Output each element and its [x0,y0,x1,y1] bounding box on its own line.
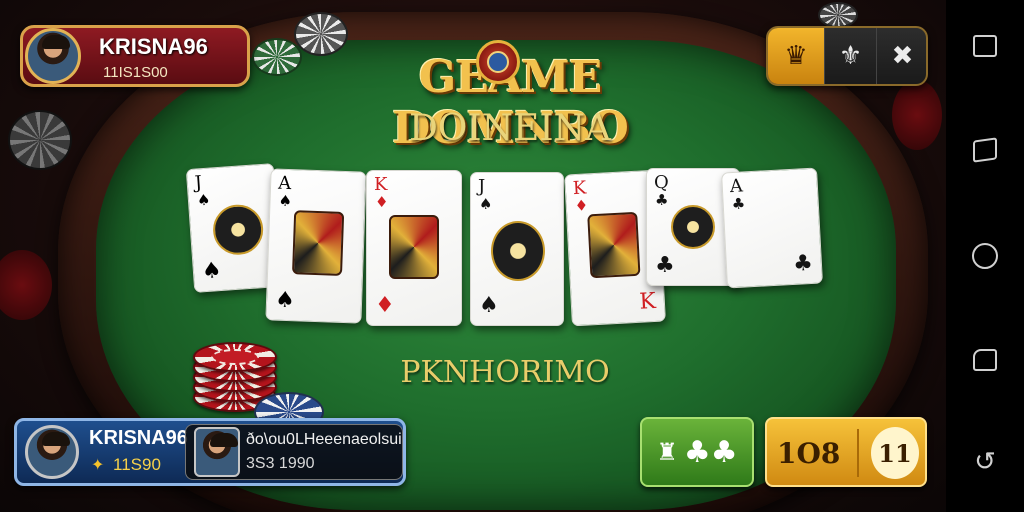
avatar [25,28,81,84]
emblem-button[interactable]: ⚜ [824,28,876,84]
playing-card[interactable]: A ♠ ♠ [265,168,367,324]
card-pip: K [638,288,657,315]
card-suit: ♠ [278,191,293,211]
circle-icon [972,243,998,269]
game-subtitle: DOINEINA [408,108,612,149]
badge-icon: 11 [871,427,919,479]
card-suit: ♣ [655,191,669,209]
emblem-icon: ⚜ [838,41,863,71]
torch-icon: ♜ [656,438,678,466]
divider [857,429,859,477]
avatar [25,425,79,479]
overview-button[interactable] [969,344,1001,376]
seat-player-name: KRISNA96 [89,427,188,449]
card-pip: ♠ [274,287,296,314]
card-rank: Q [654,172,669,193]
card-face-art [587,211,641,279]
card-suit: ♦ [375,193,389,211]
bet-action-button[interactable]: 1O8 11 [765,417,927,487]
crossed-tools-icon: ✖ [891,41,914,71]
home-button[interactable] [969,240,1001,272]
club-action-button[interactable]: ♜ ♣ ♣ [640,417,754,487]
card-suit: ♣ [731,194,746,214]
chip-stack-right-red [892,80,942,150]
card-suit: ♠ [479,195,493,213]
player-seat-panel[interactable]: KRISNA96 ✦ 11S90 ðo\ou0LHeeenaeolsui 3S3… [14,418,406,486]
crown-button[interactable]: ♛ [768,28,824,84]
card-rank: A [277,172,292,195]
opponent-coins: 3S3 1990 [246,455,315,472]
chip-stack-right-top [818,2,858,28]
chip-stack-left-red [0,250,52,320]
card-rank: J [194,172,203,194]
crown-icon: ♛ [784,41,808,71]
club-icon: ♣ [710,434,738,470]
card-pip: ♦ [375,293,395,318]
card-pip: ♣ [655,253,675,278]
chip-top [211,349,259,365]
chip-stack-top-center [294,12,348,56]
card-suit: ♦ [574,196,589,216]
bet-amount: 1O8 [777,437,841,470]
back-arrow-icon: ↺ [974,447,996,477]
club-icon: ♣ [683,434,711,470]
card-rank: J [478,176,486,197]
seat-coin-count: 11S90 [113,455,161,474]
game-stage: GEAME DOMNBO DOINEINA J ♠ ♠ A ♠ ♠ K ♦ ♦ … [0,0,946,512]
card-rank: K [572,177,587,200]
card-pip: ♠ [201,257,223,285]
title-emblem-icon [476,40,520,84]
tools-button[interactable]: ✖ [876,28,926,84]
top-action-bar: ♛ ⚜ ✖ [766,26,928,86]
playing-card[interactable]: K ♦ ♦ [366,170,462,326]
playing-card[interactable]: A ♣ ♣ [721,167,823,289]
card-pip: ♣ [792,250,814,277]
coin-icon: ✦ [91,455,105,474]
back-button[interactable]: ↺ [969,446,1001,478]
player-score: 11IS1S00 [103,64,168,81]
card-pip: ♠ [479,293,499,318]
player-profile-badge[interactable]: KRISNA96 11IS1S00 [20,25,250,87]
chip-stack-left-edge [8,110,72,170]
opponent-name: ðo\ou0LHeeenaeolsui [246,431,402,448]
player-name: KRISNA96 [99,34,208,59]
square-icon [973,137,997,163]
chip-stack-top-left [252,38,302,76]
card-rank: K [374,174,388,195]
card-emblem [211,203,265,257]
system-nav-bar: ↺ [946,0,1024,512]
card-face-art [292,210,345,276]
square-icon [973,349,997,371]
playing-card[interactable]: J ♠ ♠ [470,172,564,326]
opponent-panel[interactable]: ðo\ou0LHeeenaeolsui 3S3 1990 [185,424,403,480]
card-suit: ♠ [196,190,212,210]
square-icon [973,35,997,57]
promo-text: PKNHORIMO [400,355,610,390]
card-emblem [671,205,715,249]
card-rank: A [729,175,744,198]
recent-apps-button[interactable] [969,30,1001,62]
card-face-art [389,215,439,279]
screenshot-button[interactable] [969,134,1001,166]
avatar [194,427,240,477]
card-emblem [491,221,545,281]
